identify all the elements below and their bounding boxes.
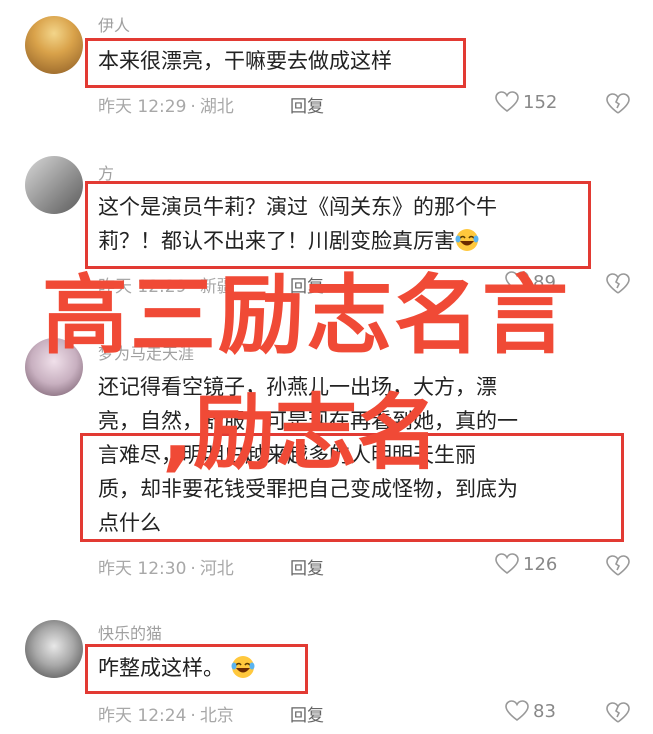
like-button[interactable]: 83 — [505, 700, 556, 722]
broken-heart-icon[interactable] — [606, 273, 630, 295]
like-count: 152 — [523, 91, 558, 113]
avatar[interactable] — [25, 16, 83, 74]
comment-text: 还记得看空镜子，孙燕儿一出场，大方，漂 亮，自然，舒服，可是现在再看到她，真的一… — [98, 375, 518, 535]
avatar[interactable] — [25, 156, 83, 214]
laughing-tears-emoji-icon — [231, 656, 255, 678]
reply-button[interactable]: 回复 — [290, 701, 324, 726]
broken-heart-icon[interactable] — [606, 702, 630, 724]
like-count: 89 — [533, 271, 556, 293]
comment-text: 这个是演员牛莉？演过《闯关东》的那个牛 莉？！都认不出来了！川剧变脸真厉害 — [98, 195, 497, 253]
comment-meta: 昨天 12:30 · 河北 — [98, 559, 234, 579]
comment-text: 咋整成这样。 — [98, 651, 255, 685]
comment-time: 昨天 12:30 — [98, 559, 187, 579]
broken-heart-icon[interactable] — [606, 555, 630, 577]
heart-outline-icon — [495, 553, 519, 575]
comment-meta: 昨天 12:29 · 新疆 — [98, 277, 234, 297]
comment-meta: 昨天 12:24 · 北京 — [98, 706, 234, 726]
comment-text: 本来很漂亮，干嘛要去做成这样 — [98, 49, 392, 73]
comment-username[interactable]: 伊人 — [98, 12, 130, 36]
reply-button[interactable]: 回复 — [290, 554, 324, 579]
laughing-tears-emoji-icon — [455, 229, 479, 251]
heart-outline-icon — [495, 91, 519, 113]
like-button[interactable]: 126 — [495, 553, 557, 575]
comment-meta: 昨天 12:29 · 湖北 — [98, 97, 234, 117]
comment-username[interactable]: 梦为马走天涯 — [98, 340, 194, 364]
broken-heart-icon[interactable] — [606, 93, 630, 115]
reply-button[interactable]: 回复 — [290, 92, 324, 117]
like-button[interactable]: 89 — [505, 271, 556, 293]
comment-item: 梦为马走天涯 还记得看空镜子，孙燕儿一出场，大方，漂 亮，自然，舒服，可是现在再… — [0, 300, 653, 600]
comment-item: 伊人 本来很漂亮，干嘛要去做成这样 昨天 12:29 · 湖北 回复 152 — [0, 0, 653, 130]
comment-username[interactable]: 快乐的猫 — [98, 620, 162, 644]
comment-location: 湖北 — [199, 97, 234, 117]
avatar[interactable] — [25, 620, 83, 678]
comment-location: 北京 — [199, 706, 234, 726]
comment-location: 河北 — [199, 559, 234, 579]
avatar[interactable] — [25, 338, 83, 396]
comment-time: 昨天 12:24 — [98, 706, 187, 726]
heart-outline-icon — [505, 271, 529, 293]
comment-item: 方 这个是演员牛莉？演过《闯关东》的那个牛 莉？！都认不出来了！川剧变脸真厉害 … — [0, 140, 653, 300]
reply-button[interactable]: 回复 — [290, 272, 324, 297]
heart-outline-icon — [505, 700, 529, 722]
like-button[interactable]: 152 — [495, 91, 557, 113]
comment-location: 新疆 — [199, 277, 234, 297]
like-count: 126 — [523, 553, 558, 575]
like-count: 83 — [533, 700, 556, 722]
comment-time: 昨天 12:29 — [98, 277, 187, 297]
comment-item: 快乐的猫 咋整成这样。 昨天 12:24 · 北京 回复 83 — [0, 600, 653, 734]
comment-time: 昨天 12:29 — [98, 97, 187, 117]
